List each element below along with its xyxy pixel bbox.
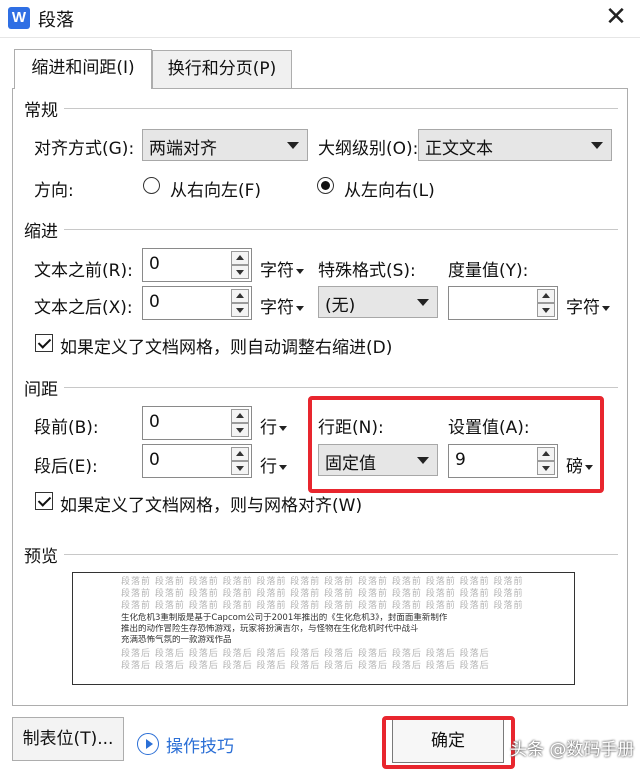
indent-after-unit[interactable]: 字符 <box>260 293 304 318</box>
measure-unit[interactable]: 字符 <box>566 293 610 318</box>
snap-grid-checkbox[interactable] <box>35 492 53 510</box>
title-bar <box>0 0 640 38</box>
alignment-label: 对齐方式(G): <box>34 139 135 159</box>
spin-up-icon[interactable] <box>537 289 555 303</box>
direction-label: 方向: <box>34 181 74 201</box>
indent-after-input[interactable]: 0 <box>142 286 252 320</box>
preview-filler-line: 段落后 段落后 段落后 段落后 段落后 段落后 段落后 段落后 段落后 段落后 … <box>121 649 490 659</box>
section-preview-heading: 预览 <box>24 547 58 567</box>
preview-body-line: 推出的动作冒险生存恐怖游戏，玩家将扮演吉尔，与怪物在生化危机时代中战斗 <box>121 624 419 634</box>
special-format-select[interactable]: (无) <box>318 286 438 318</box>
caret-down-icon <box>602 305 610 311</box>
preview-body-line: 生化危机3重制版是基于Capcom公司于2001年推出的《生化危机3》，封面面重… <box>121 613 448 623</box>
section-divider <box>64 387 618 388</box>
ok-button-highlight <box>382 716 515 769</box>
preview-filler-line: 段落前 段落前 段落前 段落前 段落前 段落前 段落前 段落前 段落前 段落前 … <box>121 601 524 611</box>
watermark: 头条 @数码手册 <box>510 740 635 760</box>
chevron-down-icon <box>591 142 603 149</box>
tab-indent-spacing[interactable]: 缩进和间距(I) <box>14 49 152 89</box>
indent-after-value: 0 <box>149 292 160 312</box>
space-after-unit[interactable]: 行 <box>260 452 287 477</box>
chevron-down-icon <box>417 299 429 306</box>
alignment-value: 两端对齐 <box>149 139 217 159</box>
radio-ltr-label[interactable]: 从左向右(L) <box>344 176 435 201</box>
outline-level-value: 正文文本 <box>425 139 493 159</box>
space-before-input[interactable]: 0 <box>142 406 252 440</box>
caret-down-icon <box>296 268 304 274</box>
dialog-title: 段落 <box>38 10 74 31</box>
preview-filler-line: 段落前 段落前 段落前 段落前 段落前 段落前 段落前 段落前 段落前 段落前 … <box>121 577 524 587</box>
indent-before-value: 0 <box>149 254 160 274</box>
space-after-label: 段后(E): <box>34 457 98 477</box>
preview-body-line: 充满恐怖气氛的一款游戏作品 <box>121 635 232 645</box>
preview-filler-line: 段落前 段落前 段落前 段落前 段落前 段落前 段落前 段落前 段落前 段落前 … <box>121 589 524 599</box>
section-divider <box>64 229 618 230</box>
spin-down-icon[interactable] <box>231 303 249 317</box>
chevron-down-icon <box>287 142 299 149</box>
radio-ltr[interactable] <box>317 177 334 194</box>
section-indent-heading: 缩进 <box>24 222 58 242</box>
spin-up-icon[interactable] <box>231 289 249 303</box>
alignment-select[interactable]: 两端对齐 <box>142 129 308 161</box>
wps-writer-icon: W <box>8 7 30 29</box>
space-before-value: 0 <box>149 412 160 432</box>
indent-before-label: 文本之前(R): <box>34 261 133 281</box>
outline-level-label: 大纲级别(O): <box>318 139 419 159</box>
tab-stops-button[interactable]: 制表位(T)... <box>12 717 124 761</box>
spin-up-icon[interactable] <box>231 251 249 265</box>
spin-up-icon[interactable] <box>231 409 249 423</box>
special-format-label: 特殊格式(S): <box>318 261 416 281</box>
preview-filler-line: 段落后 段落后 段落后 段落后 段落后 段落后 段落后 段落后 段落后 段落后 … <box>121 661 490 671</box>
outline-level-select[interactable]: 正文文本 <box>418 129 612 161</box>
section-general-heading: 常规 <box>24 101 58 121</box>
tips-link[interactable]: 操作技巧 <box>166 732 234 757</box>
space-after-input[interactable]: 0 <box>142 444 252 478</box>
snap-grid-label[interactable]: 如果定义了文档网格，则与网格对齐(W) <box>60 491 362 516</box>
auto-adjust-checkbox[interactable] <box>35 334 53 352</box>
space-before-unit[interactable]: 行 <box>260 413 287 438</box>
section-spacing-heading: 间距 <box>24 380 58 400</box>
measure-input[interactable] <box>448 286 558 320</box>
spin-down-icon[interactable] <box>231 461 249 475</box>
indent-after-label: 文本之后(X): <box>34 298 133 318</box>
space-after-value: 0 <box>149 450 160 470</box>
play-circle-icon[interactable] <box>137 733 159 755</box>
section-divider <box>64 108 618 109</box>
caret-down-icon <box>296 305 304 311</box>
caret-down-icon <box>279 464 287 470</box>
spin-up-icon[interactable] <box>231 447 249 461</box>
auto-adjust-label[interactable]: 如果定义了文档网格，则自动调整右缩进(D) <box>60 333 392 358</box>
close-button[interactable]: ✕ <box>596 2 636 34</box>
spin-down-icon[interactable] <box>231 265 249 279</box>
indent-before-input[interactable]: 0 <box>142 248 252 282</box>
paragraph-preview: 段落前 段落前 段落前 段落前 段落前 段落前 段落前 段落前 段落前 段落前 … <box>72 572 575 685</box>
measure-label: 度量值(Y): <box>448 261 529 281</box>
spin-down-icon[interactable] <box>537 303 555 317</box>
caret-down-icon <box>279 425 287 431</box>
space-before-label: 段前(B): <box>34 418 99 438</box>
radio-rtl[interactable] <box>143 177 160 194</box>
radio-rtl-label[interactable]: 从右向左(F) <box>170 176 261 201</box>
spin-down-icon[interactable] <box>231 423 249 437</box>
indent-before-unit[interactable]: 字符 <box>260 256 304 281</box>
section-divider <box>64 554 618 555</box>
line-spacing-highlight <box>308 396 604 493</box>
special-format-value: (无) <box>325 296 356 316</box>
tab-line-page-breaks[interactable]: 换行和分页(P) <box>152 50 292 88</box>
